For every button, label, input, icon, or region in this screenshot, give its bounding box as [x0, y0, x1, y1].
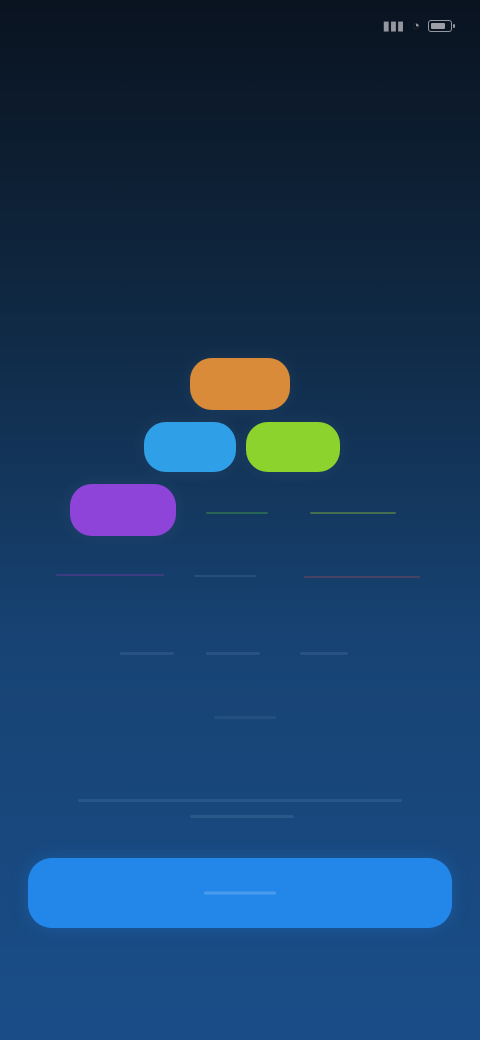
battery-icon — [428, 19, 455, 32]
blue-node — [144, 422, 236, 472]
faint-text-block — [300, 652, 348, 655]
onboarding-diagram — [0, 340, 480, 600]
green-node — [246, 422, 340, 472]
orange-node — [190, 358, 290, 410]
wifi-icon: ◔ — [412, 18, 420, 33]
faint-text-block — [120, 652, 174, 655]
faint-bottom-text — [78, 795, 402, 829]
status-bar: ▮▮▮ ◔ — [0, 0, 480, 60]
connector-line — [206, 512, 268, 514]
faint-row — [0, 646, 480, 662]
cta-label — [204, 891, 276, 895]
faint-text-line — [78, 799, 402, 802]
signal-icon: ▮▮▮ — [382, 18, 405, 33]
faint-text-block — [206, 652, 260, 655]
app-screen: ▮▮▮ ◔ — [0, 0, 480, 1040]
battery-fill — [431, 22, 445, 29]
status-icons: ▮▮▮ ◔ — [382, 18, 455, 33]
connector-line — [304, 576, 420, 578]
faint-text-block — [214, 716, 276, 719]
connector-line — [310, 512, 396, 514]
purple-node — [70, 484, 176, 536]
connector-line — [56, 574, 164, 576]
primary-cta-button[interactable] — [28, 858, 452, 928]
connector-line — [194, 575, 256, 577]
faint-text-line — [190, 815, 294, 818]
